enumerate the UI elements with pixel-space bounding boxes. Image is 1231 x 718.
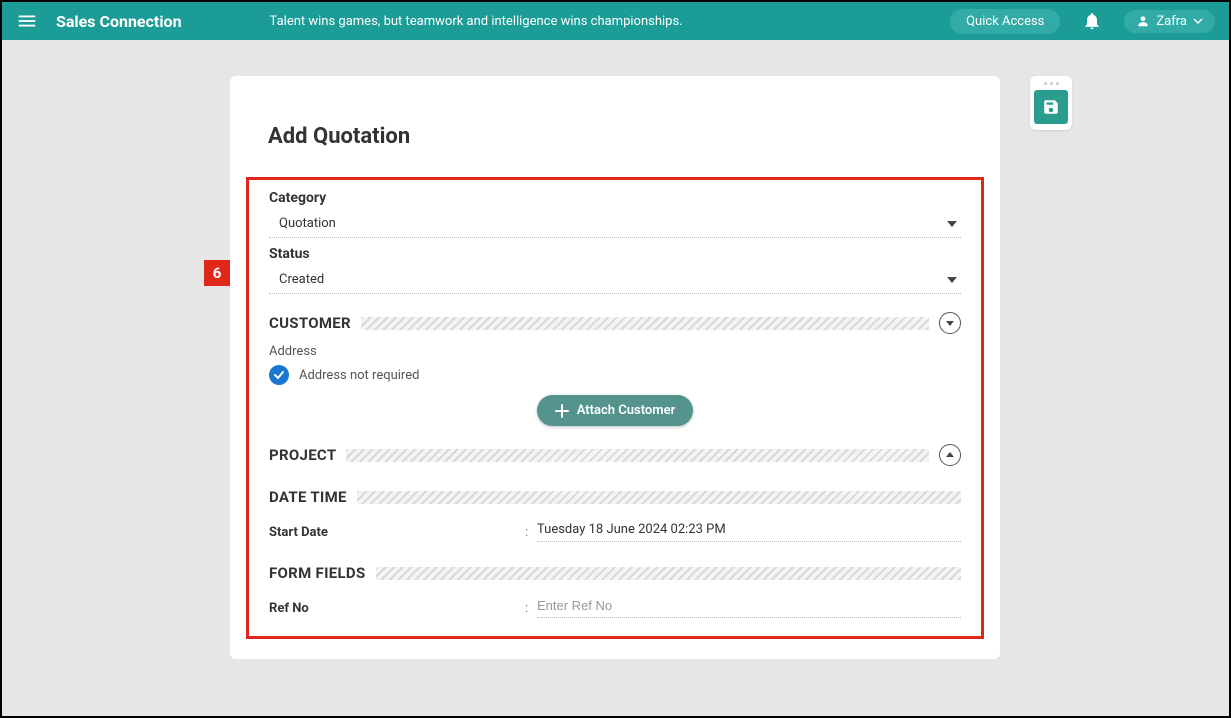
divider [357, 491, 961, 504]
customer-toggle[interactable] [939, 312, 961, 334]
brand-title: Sales Connection [56, 12, 182, 31]
address-row: Address not required [269, 365, 961, 385]
formfields-section-head: FORM FIELDS [269, 564, 961, 582]
start-date-label: Start Date [269, 525, 525, 540]
quick-access-button[interactable]: Quick Access [950, 9, 1060, 34]
plus-icon [555, 404, 569, 418]
status-value: Created [279, 272, 947, 287]
form-area: Category Quotation Status Created CUSTOM… [246, 177, 984, 639]
category-select[interactable]: Quotation [269, 210, 961, 238]
chevron-down-icon [946, 321, 954, 326]
header-tagline: Talent wins games, but teamwork and inte… [270, 14, 683, 29]
user-menu[interactable]: Zafra [1124, 10, 1215, 33]
user-icon [1136, 14, 1150, 28]
save-button[interactable] [1034, 90, 1068, 124]
project-title: PROJECT [269, 446, 336, 464]
page-body: 6 Add Quotation Category Quotation Statu… [2, 40, 1229, 716]
drag-handle-icon[interactable] [1034, 82, 1068, 85]
status-label: Status [269, 246, 961, 262]
divider [346, 449, 929, 462]
customer-section-head: CUSTOMER [269, 312, 961, 334]
chevron-up-icon [946, 452, 954, 457]
save-icon [1042, 98, 1060, 116]
project-toggle[interactable] [939, 444, 961, 466]
category-value: Quotation [279, 216, 947, 231]
chevron-down-icon [1193, 16, 1203, 26]
datetime-section-head: DATE TIME [269, 488, 961, 506]
step-badge: 6 [204, 260, 230, 286]
app-header: Sales Connection Talent wins games, but … [2, 2, 1229, 40]
status-select[interactable]: Created [269, 266, 961, 294]
quotation-card: 6 Add Quotation Category Quotation Statu… [230, 76, 1000, 659]
start-date-row: Start Date : Tuesday 18 June 2024 02:23 … [269, 522, 961, 542]
chevron-down-icon [947, 277, 957, 283]
project-section-head: PROJECT [269, 444, 961, 466]
menu-icon[interactable] [16, 10, 38, 32]
page-title: Add Quotation [268, 124, 984, 149]
divider [376, 567, 961, 580]
attach-customer-label: Attach Customer [577, 403, 676, 418]
category-label: Category [269, 190, 961, 206]
address-value: Address not required [299, 368, 419, 383]
divider [361, 317, 929, 330]
save-widget [1030, 76, 1072, 130]
chevron-down-icon [947, 221, 957, 227]
ref-no-input[interactable] [537, 598, 961, 618]
address-label: Address [269, 344, 961, 359]
datetime-title: DATE TIME [269, 488, 347, 506]
formfields-title: FORM FIELDS [269, 564, 366, 582]
attach-customer-button[interactable]: Attach Customer [537, 395, 694, 426]
customer-title: CUSTOMER [269, 314, 351, 332]
address-check-icon[interactable] [269, 365, 289, 385]
ref-no-row: Ref No : [269, 598, 961, 618]
user-name: Zafra [1156, 14, 1187, 29]
start-date-value[interactable]: Tuesday 18 June 2024 02:23 PM [537, 522, 961, 542]
notifications-icon[interactable] [1082, 11, 1102, 31]
ref-no-label: Ref No [269, 601, 525, 616]
